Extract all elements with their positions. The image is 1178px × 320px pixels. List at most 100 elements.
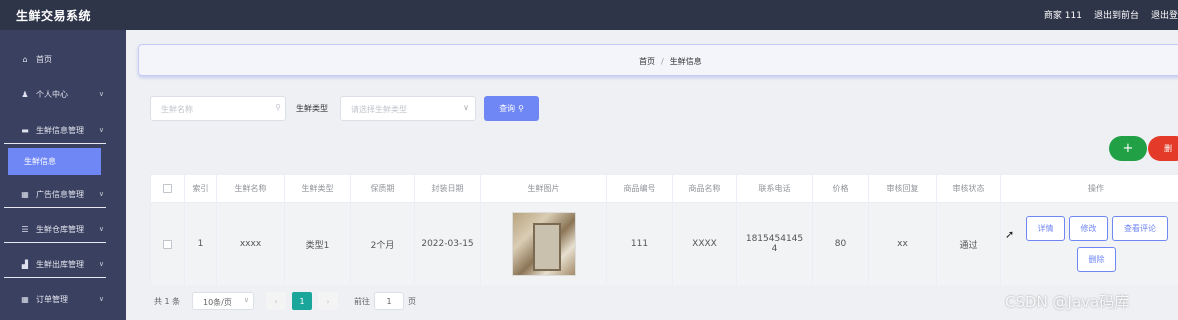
- shop-icon: ▟: [21, 259, 29, 269]
- goto-label: 前往: [354, 297, 370, 306]
- menu-icon: ☰: [21, 224, 29, 234]
- view-comments-button[interactable]: 查看评论: [1112, 216, 1168, 241]
- list-icon: ▬: [21, 125, 29, 135]
- column-header: 审核回复: [869, 175, 937, 202]
- cell-phone: 1815454145 4: [737, 203, 813, 285]
- select-all-checkbox[interactable]: [163, 184, 172, 193]
- column-header: 商品名称: [673, 175, 737, 202]
- home-icon: ⌂: [22, 54, 28, 64]
- sidebar-item-label: 生鲜仓库管理: [36, 224, 84, 234]
- menu-divider: [4, 207, 106, 208]
- column-header: 联系电话: [737, 175, 813, 202]
- sidebar-item-label: 生鲜出库管理: [36, 259, 84, 269]
- page-size-select[interactable]: 10条/页 ∨: [192, 292, 254, 310]
- pagination-total: 共 1 条: [154, 297, 181, 306]
- sidebar-item-label: 首页: [36, 54, 52, 64]
- cell-reply: xx: [869, 203, 937, 285]
- fresh-type-label: 生鲜类型: [296, 104, 328, 113]
- chevron-down-icon: ∨: [98, 90, 104, 98]
- column-header: 审核状态: [937, 175, 1001, 202]
- column-header: 生鲜图片: [481, 175, 607, 202]
- top-right-links: 商家 111 退出到前台 退出登: [1044, 8, 1178, 21]
- batch-delete-button[interactable]: 删: [1148, 136, 1178, 161]
- sidebar-item-warehouse-management[interactable]: ☰ 生鲜仓库管理 ∨: [0, 216, 108, 242]
- menu-divider: [4, 143, 106, 144]
- watermark: CSDN @Java码库: [1005, 293, 1130, 311]
- table-row: 1 xxxx 类型1 2个月 2022-03-15 111 XXXX 18154…: [151, 203, 1178, 285]
- cell-goods-name: XXXX: [673, 203, 737, 285]
- chevron-down-icon: ∨: [243, 296, 249, 304]
- cell-pack-date: 2022-03-15: [415, 203, 481, 285]
- column-header: 生鲜名称: [217, 175, 285, 202]
- phone-line-1: 1815454145: [745, 234, 804, 244]
- add-button[interactable]: +: [1109, 136, 1147, 161]
- fresh-product-image: [511, 212, 576, 276]
- query-button-label: 查询: [499, 104, 516, 113]
- next-page-button[interactable]: ›: [318, 292, 338, 310]
- user-icon: ♟: [21, 89, 29, 99]
- header-select-all[interactable]: [151, 175, 185, 202]
- chevron-down-icon: ∨: [98, 126, 104, 134]
- query-button[interactable]: 查询 ⚲: [484, 96, 539, 121]
- row-checkbox[interactable]: [163, 239, 172, 249]
- column-header: 保质期: [351, 175, 415, 202]
- delete-button[interactable]: 删除: [1077, 247, 1116, 272]
- sidebar-item-ad-info-management[interactable]: ▦ 广告信息管理 ∨: [0, 181, 108, 207]
- phone-line-2: 4: [771, 244, 778, 254]
- chevron-down-icon: ∨: [463, 103, 469, 112]
- detail-button[interactable]: 详情: [1026, 216, 1065, 241]
- edit-button[interactable]: 修改: [1069, 216, 1108, 241]
- sidebar-item-outbound-management[interactable]: ▟ 生鲜出库管理 ∨: [0, 251, 108, 277]
- chevron-down-icon: ∨: [98, 225, 104, 233]
- sidebar-item-home[interactable]: ⌂ 首页: [0, 46, 108, 72]
- breadcrumb-home[interactable]: 首页: [639, 57, 655, 66]
- cell-shelf-life: 2个月: [351, 203, 415, 285]
- chevron-left-icon: ‹: [274, 296, 278, 306]
- row-select[interactable]: [151, 203, 185, 285]
- user-label: 商家 111: [1043, 11, 1082, 21]
- grid-icon: ▦: [21, 294, 29, 304]
- chevron-down-icon: ∨: [98, 295, 104, 303]
- cell-image: [481, 203, 607, 285]
- sidebar-item-fresh-info-management[interactable]: ▬ 生鲜信息管理 ∨: [0, 117, 108, 143]
- logout-link[interactable]: 退出登: [1151, 8, 1178, 21]
- breadcrumb-current: 生鲜信息: [669, 57, 702, 66]
- sidebar: ⌂ 首页 ♟ 个人中心 ∨ ▬ 生鲜信息管理 ∨ 生鲜信息 ▦ 广告信息管理 ∨…: [0, 30, 126, 320]
- fresh-type-select[interactable]: 请选择生鲜类型 ∨: [340, 96, 476, 121]
- column-header: 封装日期: [415, 175, 481, 202]
- chevron-down-icon: ∨: [98, 190, 104, 198]
- sidebar-item-label: 广告信息管理: [36, 189, 84, 199]
- cell-index: 1: [185, 203, 217, 285]
- back-to-front-link[interactable]: 退出到前台: [1094, 8, 1139, 21]
- column-header: 商品编号: [607, 175, 673, 202]
- column-header: 价格: [813, 175, 869, 202]
- sidebar-item-label: 个人中心: [36, 89, 68, 99]
- mouse-cursor-icon: ➚: [1005, 228, 1015, 241]
- cell-status: 通过: [937, 203, 1001, 285]
- column-header: 生鲜类型: [285, 175, 351, 202]
- prev-page-button[interactable]: ‹: [266, 292, 286, 310]
- column-header: 索引: [185, 175, 217, 202]
- sidebar-item-label: 生鲜信息管理: [36, 125, 84, 135]
- app-title: 生鲜交易系统: [16, 9, 92, 23]
- page-size-value: 10条/页: [203, 298, 232, 307]
- sidebar-item-fresh-info[interactable]: 生鲜信息: [8, 148, 101, 175]
- chevron-right-icon: ›: [326, 296, 330, 306]
- select-placeholder: 请选择生鲜类型: [351, 105, 407, 114]
- cell-name: xxxx: [217, 203, 285, 285]
- search-icon: ⚲: [275, 103, 281, 112]
- column-header: 操作: [1088, 184, 1104, 193]
- search-icon: ⚲: [518, 104, 524, 113]
- goto-suffix: 页: [408, 297, 416, 306]
- cell-price: 80: [813, 203, 869, 285]
- sidebar-item-order-management[interactable]: ▦ 订单管理 ∨: [0, 286, 108, 312]
- grid-icon: ▦: [21, 189, 29, 199]
- fresh-name-search-input[interactable]: 生鲜名称 ⚲: [150, 96, 286, 121]
- page-number-current[interactable]: 1: [292, 292, 312, 310]
- sidebar-item-personal-center[interactable]: ♟ 个人中心 ∨: [0, 81, 108, 107]
- goto-page-input[interactable]: 1: [374, 292, 404, 310]
- menu-divider: [4, 277, 106, 278]
- breadcrumb-card: 首页 / 生鲜信息: [138, 44, 1178, 76]
- table-header: 索引 生鲜名称 生鲜类型 保质期 封装日期 生鲜图片 商品编号 商品名称 联系电…: [151, 175, 1178, 203]
- cell-goods-no: 111: [607, 203, 673, 285]
